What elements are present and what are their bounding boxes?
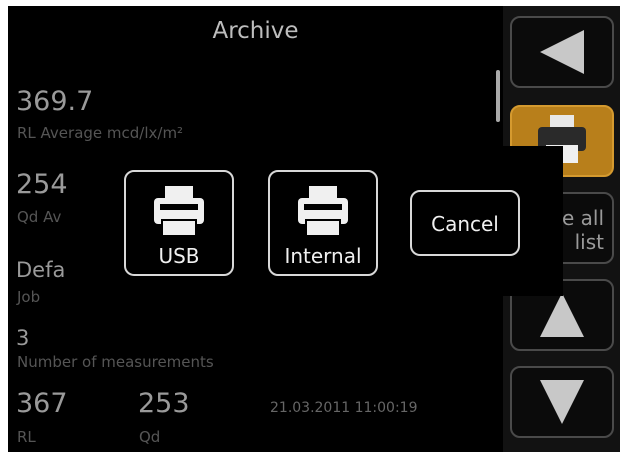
measurements-value: 3 bbox=[16, 326, 30, 350]
usb-label: USB bbox=[158, 244, 200, 268]
back-button[interactable] bbox=[510, 16, 614, 88]
last-rl-label: RL bbox=[17, 428, 36, 446]
scroll-down-button[interactable] bbox=[510, 366, 614, 438]
last-qd-label: Qd bbox=[139, 428, 161, 446]
internal-label: Internal bbox=[284, 244, 362, 268]
rl-average-value: 369.7 bbox=[16, 86, 94, 117]
cancel-label: Cancel bbox=[431, 212, 499, 236]
last-rl-value: 367 bbox=[16, 388, 68, 419]
last-qd-value: 253 bbox=[138, 388, 190, 419]
qd-average-label: Qd Av bbox=[17, 208, 62, 226]
qd-average-value: 254 bbox=[16, 169, 68, 200]
scrollbar[interactable] bbox=[496, 70, 500, 122]
back-arrow-icon bbox=[540, 30, 584, 74]
usb-print-button[interactable]: USB bbox=[124, 170, 234, 276]
print-dialog: USB Internal Cancel bbox=[106, 146, 563, 296]
printer-icon bbox=[298, 186, 348, 237]
internal-print-button[interactable]: Internal bbox=[268, 170, 378, 276]
cancel-button[interactable]: Cancel bbox=[410, 190, 520, 256]
rl-average-label: RL Average mcd/lx/m² bbox=[17, 124, 184, 142]
page-title: Archive bbox=[212, 18, 299, 44]
printer-icon bbox=[154, 186, 204, 237]
timestamp: 21.03.2011 11:00:19 bbox=[270, 400, 418, 416]
device-screen: Archive 369.7 RL Average mcd/lx/m² 254 Q… bbox=[8, 6, 620, 452]
measurements-label: Number of measurements bbox=[17, 353, 214, 371]
job-label: Job bbox=[17, 288, 41, 306]
job-value: Defa bbox=[16, 258, 66, 282]
down-arrow-icon bbox=[540, 380, 584, 424]
